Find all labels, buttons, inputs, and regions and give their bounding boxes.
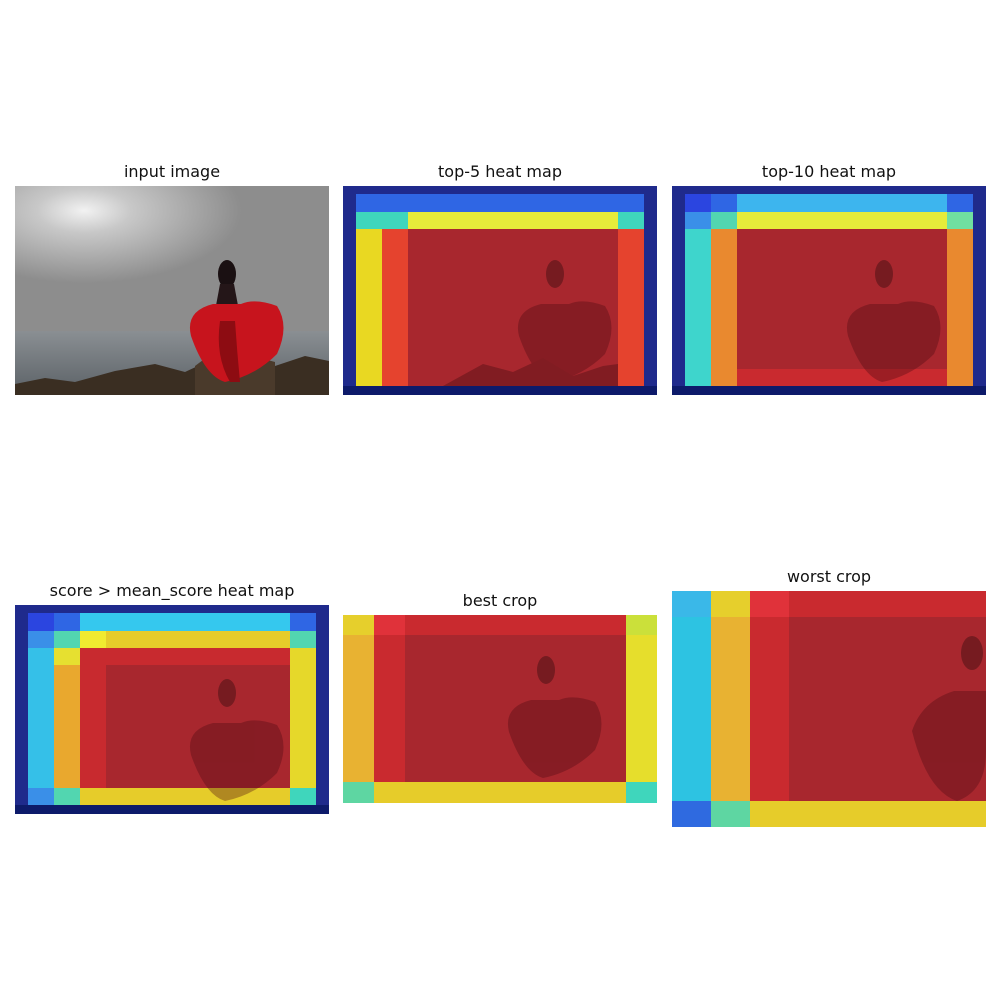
heat-map: [672, 591, 986, 827]
heat-map: [15, 605, 329, 814]
heat-map: [672, 186, 986, 395]
panel-title: best crop: [462, 591, 538, 610]
heat-map: [343, 615, 657, 803]
heat-map-svg: [343, 615, 657, 803]
heat-map: [343, 186, 657, 395]
input-photo-svg: [15, 186, 329, 395]
panel-best-crop: best crop: [343, 589, 657, 809]
heat-map-svg: [672, 186, 986, 395]
panel-top10-heat-map: top-10 heat map: [672, 160, 986, 400]
panel-worst-crop: worst crop: [672, 565, 986, 833]
panel-title: input image: [123, 162, 221, 181]
heat-map-svg: [343, 186, 657, 395]
panel-mean-score-heat-map: score > mean_score heat map: [15, 579, 329, 819]
panel-title: top-10 heat map: [761, 162, 897, 181]
panel-title: top-5 heat map: [438, 162, 562, 181]
panel-title: worst crop: [786, 567, 872, 586]
heat-map-svg: [672, 591, 986, 827]
panel-top5-heat-map: top-5 heat map: [343, 160, 657, 400]
heat-map-svg: [15, 605, 329, 814]
input-photo: [15, 186, 329, 395]
panel-input-image: input image: [15, 160, 329, 400]
panel-title: score > mean_score heat map: [49, 581, 295, 600]
